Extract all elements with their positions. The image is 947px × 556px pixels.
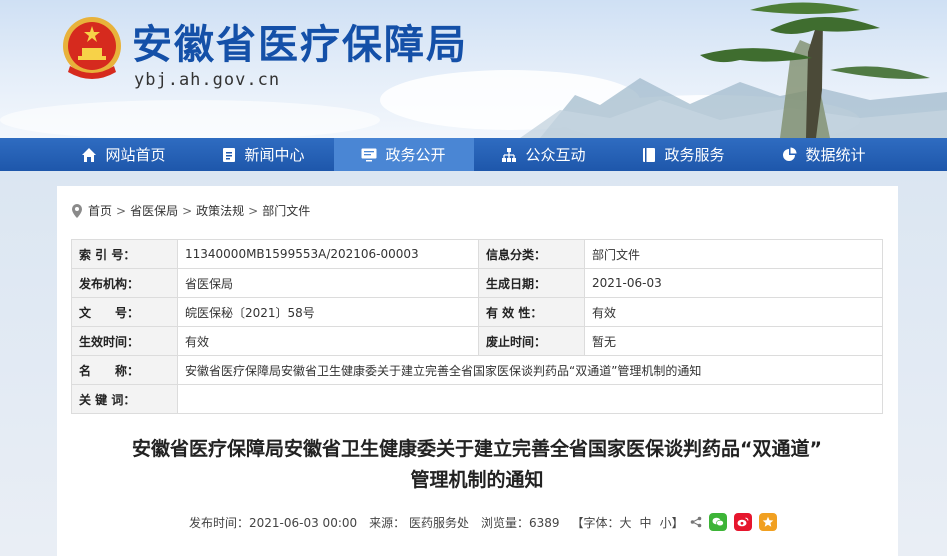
breadcrumb: 首页 > 省医保局 > 政策法规 > 部门文件: [71, 202, 310, 219]
table-row: 名 称： 安徽省医疗保障局安徽省卫生健康委关于建立完善全省国家医保谈判药品“双通…: [71, 355, 883, 385]
keywords-value: [177, 384, 883, 414]
document-icon: [223, 147, 236, 162]
nav-home[interactable]: 网站首页: [54, 138, 194, 171]
created-value: 2021-06-03: [584, 268, 883, 298]
nav-label: 数据统计: [805, 146, 866, 164]
nav-label: 政务服务: [664, 146, 725, 164]
index-value: 11340000MB1599553A/202106-00003: [177, 239, 479, 269]
share-icon: [690, 516, 701, 528]
pie-chart-icon: [783, 147, 797, 161]
validity-value: 有效: [584, 297, 883, 327]
created-label: 生成日期：: [478, 268, 585, 298]
table-row: 关 键 词：: [71, 384, 883, 414]
weibo-share-button[interactable]: [733, 513, 752, 531]
table-row: 索 引 号： 11340000MB1599553A/202106-00003 信…: [71, 239, 883, 269]
location-pin-icon: [72, 203, 82, 218]
effective-label: 生效时间：: [71, 326, 178, 356]
breadcrumb-policy[interactable]: 政策法规: [196, 202, 244, 219]
site-title: 安徽省医疗保障局: [132, 22, 468, 68]
site-header: 安徽省医疗保障局 ybj.ah.gov.cn: [0, 0, 947, 138]
name-value: 安徽省医疗保障局安徽省卫生健康委关于建立完善全省国家医保谈判药品“双通道”管理机…: [177, 355, 883, 385]
abolish-label: 废止时间：: [478, 326, 585, 356]
weibo-icon: [737, 517, 749, 527]
nav-label: 新闻中心: [244, 146, 305, 164]
document-metadata-table: 索 引 号： 11340000MB1599553A/202106-00003 信…: [71, 239, 883, 414]
breadcrumb-separator: >: [248, 203, 259, 218]
effective-value: 有效: [177, 326, 479, 356]
breadcrumb-separator: >: [116, 203, 127, 218]
nav-government-services[interactable]: 政务服务: [614, 138, 754, 171]
table-row: 发布机构： 省医保局 生成日期： 2021-06-03: [71, 268, 883, 298]
content-panel: 首页 > 省医保局 > 政策法规 > 部门文件 索 引 号： 11340000M…: [57, 186, 898, 556]
view-count: 浏览量：6389: [480, 515, 560, 530]
validity-label: 有 效 性：: [478, 297, 585, 327]
keywords-label: 关 键 词：: [71, 384, 178, 414]
font-size-large[interactable]: 大: [620, 514, 632, 531]
breadcrumb-department-docs[interactable]: 部门文件: [262, 202, 310, 219]
star-icon: [762, 516, 773, 527]
monitor-icon: [361, 148, 377, 161]
font-size-bracket: 】: [671, 515, 684, 530]
site-domain: ybj.ah.gov.cn: [134, 70, 281, 90]
table-row: 文 号： 皖医保秘〔2021〕58号 有 效 性： 有效: [71, 297, 883, 327]
nav-government-affairs[interactable]: 政务公开: [333, 138, 474, 171]
article-info-bar: 发布时间：2021-06-03 00:00 来源： 医药服务处 浏览量：6389…: [189, 513, 777, 531]
wechat-icon: [712, 517, 724, 527]
nav-label: 网站首页: [105, 146, 166, 164]
nav-label: 政务公开: [385, 146, 446, 164]
nav-public-interaction[interactable]: 公众互动: [474, 138, 614, 171]
category-value: 部门文件: [584, 239, 883, 269]
abolish-value: 暂无: [584, 326, 883, 356]
font-size-medium[interactable]: 中: [640, 514, 652, 531]
breadcrumb-separator: >: [182, 203, 193, 218]
article-title-line: 安徽省医疗保障局安徽省卫生健康委关于建立完善全省国家医保谈判药品“双通道”: [132, 438, 822, 460]
book-icon: [643, 147, 656, 162]
name-label: 名 称：: [71, 355, 178, 385]
article-title: 安徽省医疗保障局安徽省卫生健康委关于建立完善全省国家医保谈判药品“双通道” 管理…: [77, 434, 877, 496]
index-label: 索 引 号：: [71, 239, 178, 269]
nav-label: 公众互动: [525, 146, 586, 164]
font-size-small[interactable]: 小: [660, 514, 672, 531]
publisher-label: 发布机构：: [71, 268, 178, 298]
docno-label: 文 号：: [71, 297, 178, 327]
table-row: 生效时间： 有效 废止时间： 暂无: [71, 326, 883, 356]
main-navigation: 网站首页 新闻中心 政务公开 公众互动 政务服务 数据统计: [0, 138, 947, 171]
network-icon: [502, 147, 517, 162]
breadcrumb-home[interactable]: 首页: [88, 202, 112, 219]
article-source: 来源： 医药服务处: [369, 515, 469, 530]
font-size-label: 【字体：: [571, 515, 620, 530]
publish-time: 发布时间：2021-06-03 00:00: [189, 515, 358, 530]
nav-data-statistics[interactable]: 数据统计: [754, 138, 894, 171]
category-label: 信息分类：: [478, 239, 585, 269]
national-emblem-icon: [63, 17, 121, 79]
wechat-share-button[interactable]: [708, 513, 727, 531]
home-icon: [82, 147, 97, 162]
docno-value: 皖医保秘〔2021〕58号: [177, 297, 479, 327]
publisher-value: 省医保局: [177, 268, 479, 298]
nav-news[interactable]: 新闻中心: [194, 138, 334, 171]
breadcrumb-bureau[interactable]: 省医保局: [130, 202, 178, 219]
favorite-share-button[interactable]: [758, 513, 777, 531]
article-title-line: 管理机制的通知: [410, 469, 544, 491]
